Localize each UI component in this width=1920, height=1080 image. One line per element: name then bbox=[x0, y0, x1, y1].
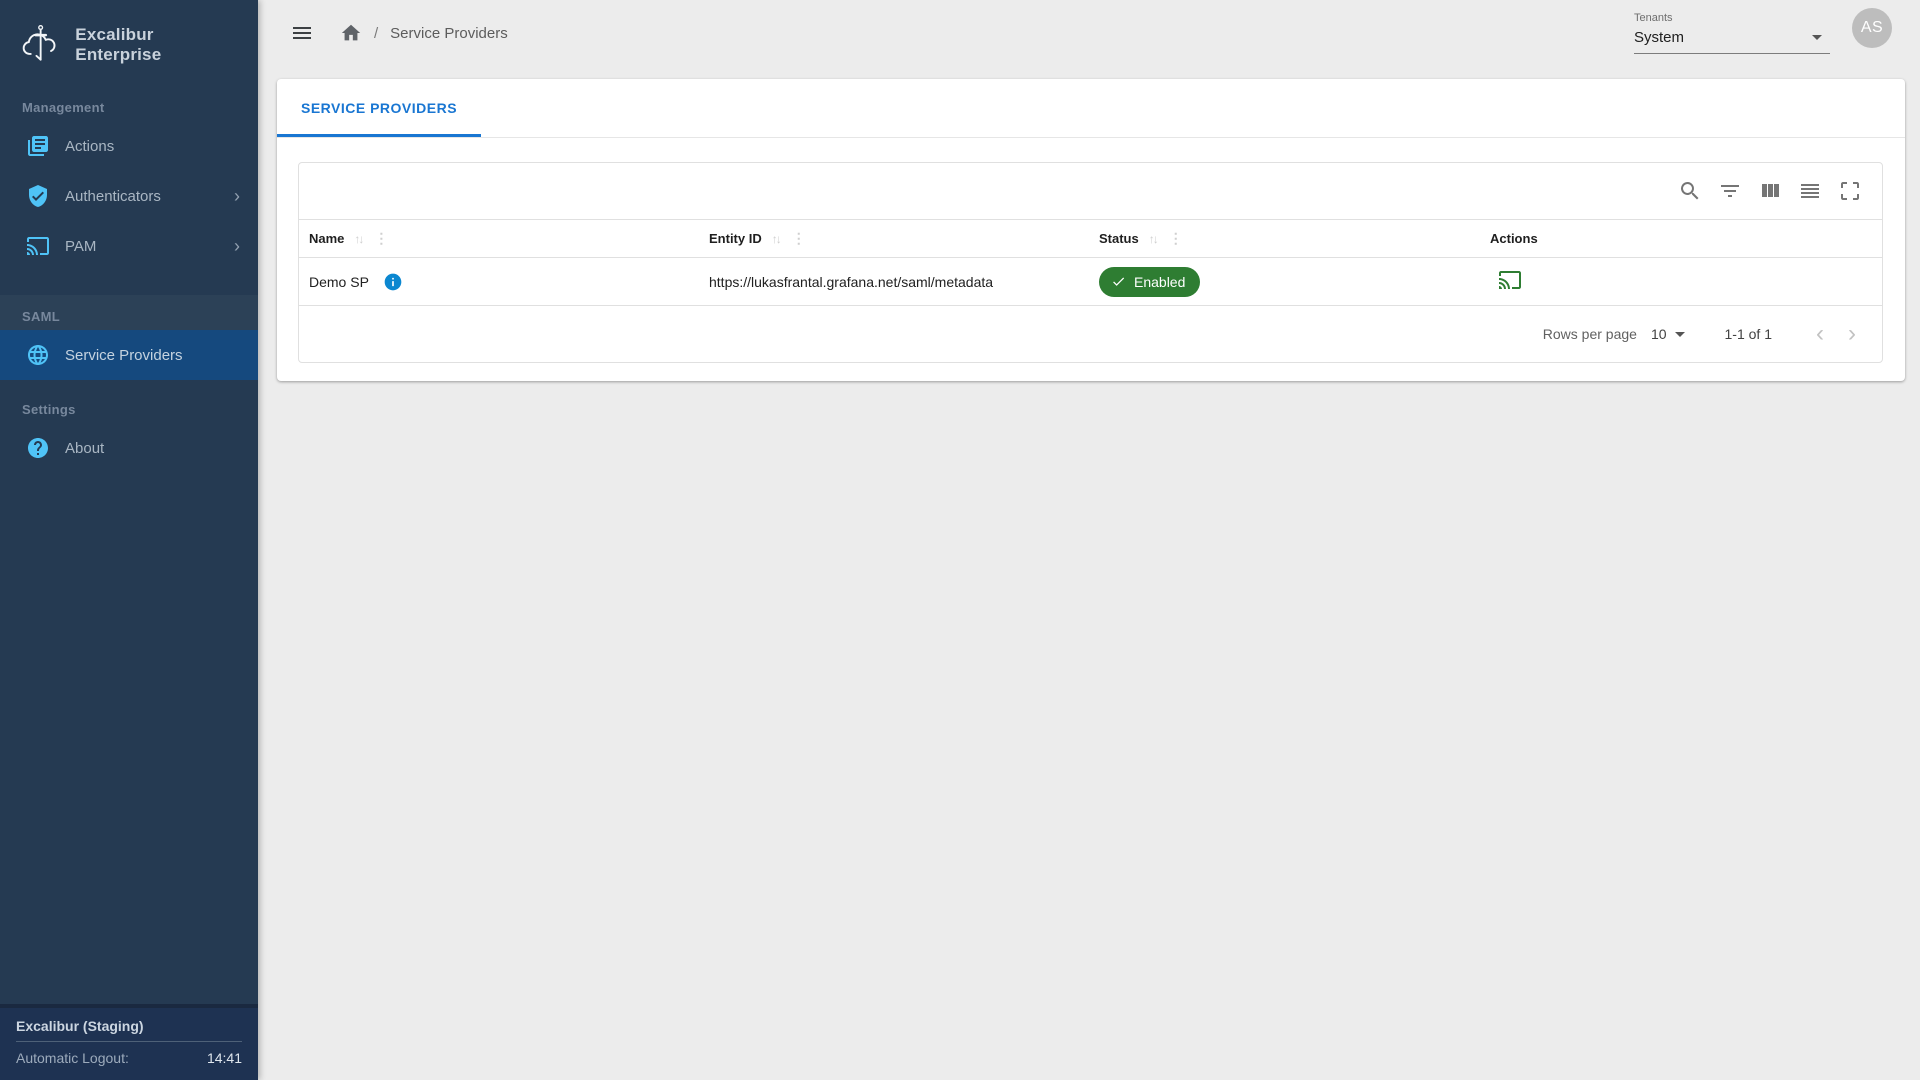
sidebar-item-label: PAM bbox=[65, 238, 96, 255]
dropdown-arrow-icon bbox=[1675, 332, 1685, 337]
automatic-logout-label: Automatic Logout: bbox=[16, 1050, 129, 1066]
main-area: / Service Providers Tenants System AS SE… bbox=[258, 0, 1920, 1080]
table-row: Demo SP https://lukasfrantal.grafana.net… bbox=[299, 258, 1882, 306]
app-title: Excalibur Enterprise bbox=[75, 25, 242, 65]
excalibur-logo-icon bbox=[18, 22, 63, 68]
status-badge: Enabled bbox=[1099, 267, 1200, 297]
sidebar-item-actions[interactable]: Actions bbox=[0, 121, 258, 171]
rows-per-page-label: Rows per page bbox=[1543, 326, 1637, 342]
breadcrumb-separator: / bbox=[374, 25, 378, 42]
next-page-button[interactable]: › bbox=[1836, 322, 1868, 346]
cell-entity-id: https://lukasfrantal.grafana.net/saml/me… bbox=[699, 258, 1089, 306]
column-label: Actions bbox=[1490, 231, 1538, 246]
column-label: Name bbox=[309, 231, 344, 246]
chevron-right-icon: › bbox=[234, 237, 240, 255]
topbar: / Service Providers Tenants System AS bbox=[258, 0, 1920, 66]
tenants-select[interactable]: Tenants System bbox=[1634, 12, 1830, 54]
fullscreen-icon[interactable] bbox=[1838, 179, 1862, 203]
help-icon bbox=[26, 436, 50, 460]
sidebar-footer: Excalibur (Staging) Automatic Logout: 14… bbox=[0, 1004, 258, 1080]
sidebar-item-label: About bbox=[65, 440, 104, 457]
app-root: Excalibur Enterprise Management Actions … bbox=[0, 0, 1920, 1080]
column-label: Entity ID bbox=[709, 231, 762, 246]
previous-page-button[interactable]: ‹ bbox=[1804, 322, 1836, 346]
cast-screen-icon bbox=[26, 234, 50, 258]
topbar-right: Tenants System AS bbox=[1634, 12, 1892, 54]
section-label-management: Management bbox=[0, 100, 258, 115]
sp-name: Demo SP bbox=[309, 274, 369, 290]
environment-name: Excalibur (Staging) bbox=[16, 1018, 242, 1034]
cast-action-icon[interactable] bbox=[1498, 268, 1522, 292]
tenants-label: Tenants bbox=[1634, 12, 1830, 24]
cell-name: Demo SP bbox=[299, 258, 699, 306]
sidebar: Excalibur Enterprise Management Actions … bbox=[0, 0, 258, 1080]
saml-group: SAML Service Providers bbox=[0, 295, 258, 380]
table-panel: Name ↑↓ ⋮ Entity ID ↑↓ ⋮ Status ↑↓ ⋮ Actions bbox=[298, 162, 1883, 363]
search-icon[interactable] bbox=[1678, 179, 1702, 203]
sort-icon[interactable]: ↑↓ bbox=[354, 232, 362, 246]
columns-icon[interactable] bbox=[1758, 179, 1782, 203]
tab-service-providers[interactable]: SERVICE PROVIDERS bbox=[277, 79, 481, 137]
table-header-row: Name ↑↓ ⋮ Entity ID ↑↓ ⋮ Status ↑↓ ⋮ Actions bbox=[299, 220, 1882, 258]
tenant-selected-value: System bbox=[1634, 29, 1684, 46]
section-label-saml: SAML bbox=[0, 309, 258, 324]
status-label: Enabled bbox=[1134, 274, 1185, 290]
chevron-right-icon: › bbox=[234, 187, 240, 205]
column-menu-icon[interactable]: ⋮ bbox=[1167, 230, 1185, 247]
density-icon[interactable] bbox=[1798, 179, 1822, 203]
sidebar-item-label: Actions bbox=[65, 138, 114, 155]
column-header-status: Status ↑↓ ⋮ bbox=[1089, 220, 1480, 258]
info-icon[interactable] bbox=[383, 272, 403, 292]
sidebar-spacer bbox=[0, 473, 258, 1004]
tabbar: SERVICE PROVIDERS bbox=[277, 79, 1905, 138]
breadcrumb-current: Service Providers bbox=[390, 25, 508, 42]
sidebar-item-about[interactable]: About bbox=[0, 423, 258, 473]
breadcrumb: / Service Providers bbox=[340, 22, 508, 44]
column-label: Status bbox=[1099, 231, 1139, 246]
sidebar-item-service-providers[interactable]: Service Providers bbox=[0, 330, 258, 380]
sidebar-item-label: Service Providers bbox=[65, 347, 183, 364]
service-providers-table: Name ↑↓ ⋮ Entity ID ↑↓ ⋮ Status ↑↓ ⋮ Actions bbox=[299, 219, 1882, 306]
service-providers-card: SERVICE PROVIDERS Name ↑↓ ⋮ bbox=[277, 79, 1905, 381]
table-toolbar bbox=[299, 163, 1882, 219]
menu-icon[interactable] bbox=[290, 21, 314, 45]
logout-row: Automatic Logout: 14:41 bbox=[16, 1050, 242, 1066]
rows-per-page-value: 10 bbox=[1651, 326, 1667, 342]
cell-actions bbox=[1480, 258, 1882, 306]
shield-check-icon bbox=[26, 184, 50, 208]
logo-row: Excalibur Enterprise bbox=[0, 0, 258, 78]
sort-icon[interactable]: ↑↓ bbox=[1149, 232, 1157, 246]
sidebar-item-pam[interactable]: PAM › bbox=[0, 221, 258, 271]
automatic-logout-timer: 14:41 bbox=[207, 1050, 242, 1066]
column-menu-icon[interactable]: ⋮ bbox=[790, 230, 808, 247]
footer-divider bbox=[16, 1041, 242, 1042]
home-icon[interactable] bbox=[340, 22, 362, 44]
column-menu-icon[interactable]: ⋮ bbox=[372, 230, 390, 247]
sidebar-item-label: Authenticators bbox=[65, 188, 161, 205]
pagination: Rows per page 10 1-1 of 1 ‹ › bbox=[299, 306, 1882, 362]
sort-icon[interactable]: ↑↓ bbox=[772, 232, 780, 246]
user-avatar[interactable]: AS bbox=[1852, 8, 1892, 48]
column-header-entity-id: Entity ID ↑↓ ⋮ bbox=[699, 220, 1089, 258]
rows-per-page-select[interactable]: 10 bbox=[1651, 326, 1691, 342]
pagination-range: 1-1 of 1 bbox=[1725, 326, 1772, 342]
globe-icon bbox=[26, 343, 50, 367]
library-books-icon bbox=[26, 134, 50, 158]
tenant-value-row: System bbox=[1634, 24, 1830, 54]
sidebar-item-authenticators[interactable]: Authenticators › bbox=[0, 171, 258, 221]
column-header-name: Name ↑↓ ⋮ bbox=[299, 220, 699, 258]
cell-status: Enabled bbox=[1089, 258, 1480, 306]
section-label-settings: Settings bbox=[0, 402, 258, 417]
filter-icon[interactable] bbox=[1718, 179, 1742, 203]
dropdown-arrow-icon bbox=[1812, 35, 1822, 40]
column-header-actions: Actions bbox=[1480, 220, 1882, 258]
check-icon bbox=[1111, 274, 1126, 289]
